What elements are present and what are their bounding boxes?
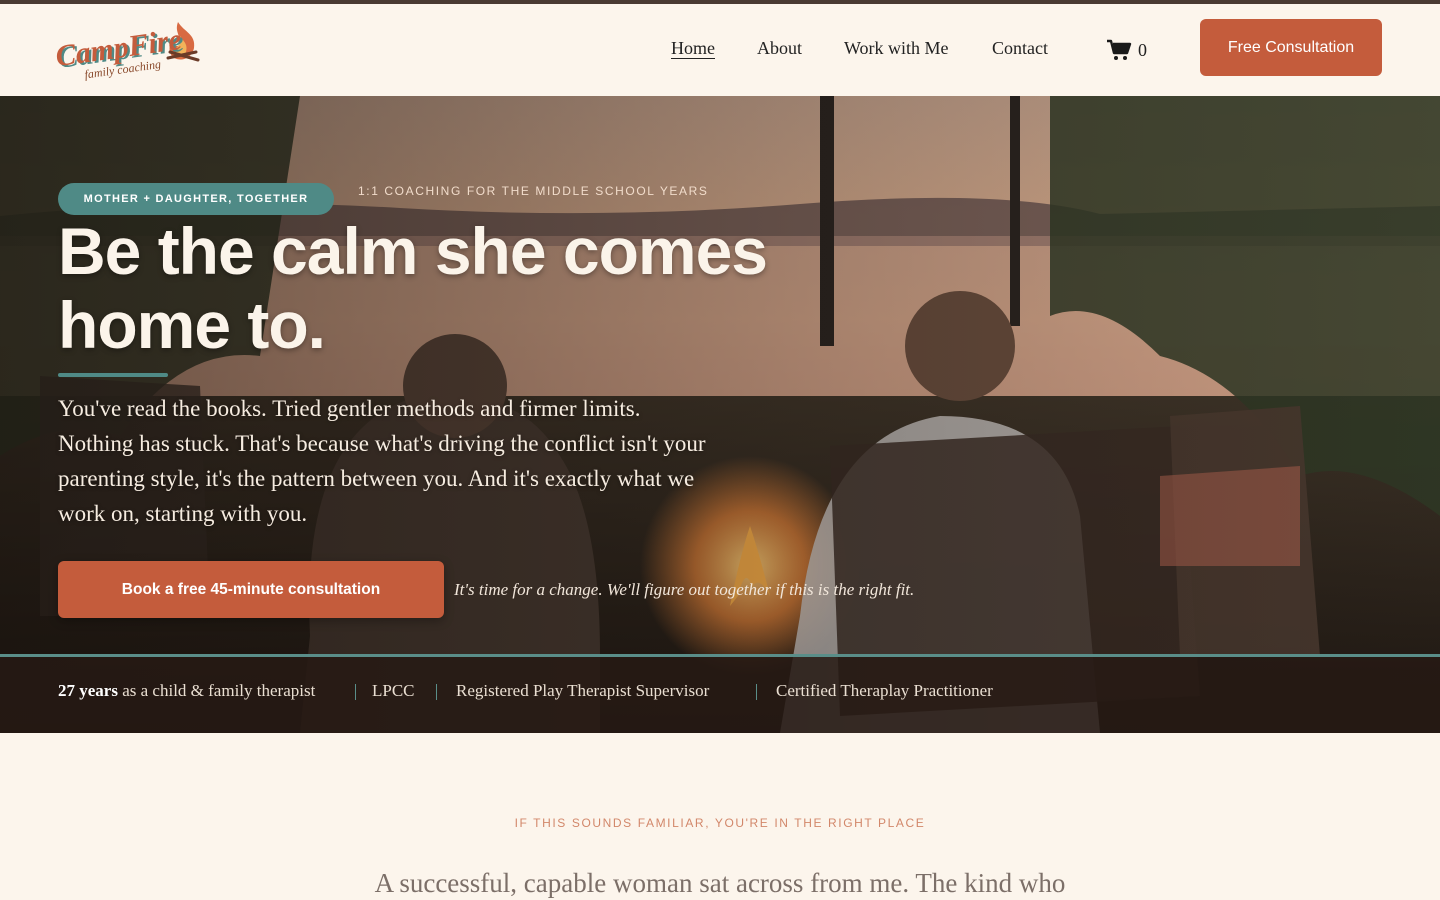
hero-headline: Be the calm she comes home to. bbox=[58, 214, 768, 362]
credential-years: 27 years as a child & family therapist bbox=[58, 681, 315, 701]
cta-note: It's time for a change. We'll figure out… bbox=[454, 580, 915, 599]
free-consultation-button[interactable]: Free Consultation bbox=[1200, 19, 1382, 76]
credential-separator bbox=[355, 684, 356, 700]
credential-play-therapist: Registered Play Therapist Supervisor bbox=[456, 681, 710, 700]
book-consultation-button[interactable]: Book a free 45-minute consultation bbox=[58, 561, 444, 618]
credential-lpcc: LPCC bbox=[372, 681, 415, 700]
cart-button[interactable]: 0 bbox=[1106, 38, 1147, 62]
nav-home[interactable]: Home bbox=[671, 38, 715, 59]
nav-about[interactable]: About bbox=[757, 38, 802, 59]
cart-icon bbox=[1107, 39, 1132, 60]
nav-work-with-me[interactable]: Work with Me bbox=[844, 38, 949, 59]
cart-count: 0 bbox=[1138, 39, 1147, 60]
hero-lede: You've read the books. Tried gentler met… bbox=[58, 396, 706, 526]
nav-contact[interactable]: Contact bbox=[992, 38, 1048, 59]
headline-accent-rule bbox=[58, 373, 168, 377]
hero-section: MOTHER + DAUGHTER, TOGETHER 1:1 COACHING… bbox=[0, 96, 1440, 733]
credential-years-bold: 27 years bbox=[58, 681, 118, 700]
credential-separator bbox=[436, 684, 437, 700]
hero-eyebrow: 1:1 COACHING FOR THE MIDDLE SCHOOL YEARS bbox=[358, 184, 709, 198]
campfire-logo[interactable]: CampFire CampFire family coaching bbox=[54, 14, 216, 84]
credential-years-rest: as a child & family therapist bbox=[117, 681, 316, 700]
section-intro-text: A successful, capable woman sat across f… bbox=[374, 868, 1066, 898]
section-eyebrow: IF THIS SOUNDS FAMILIAR, YOU'RE IN THE R… bbox=[514, 816, 926, 830]
audience-pill: MOTHER + DAUGHTER, TOGETHER bbox=[58, 183, 334, 215]
credential-separator bbox=[756, 684, 757, 700]
credential-theraplay: Certified Theraplay Practitioner bbox=[776, 681, 993, 700]
site-header: CampFire CampFire family coaching Home A… bbox=[0, 4, 1440, 96]
credentials-bar: 27 years as a child & family therapist L… bbox=[0, 654, 1440, 733]
campfire-logo-mark: CampFire CampFire family coaching bbox=[54, 22, 200, 82]
